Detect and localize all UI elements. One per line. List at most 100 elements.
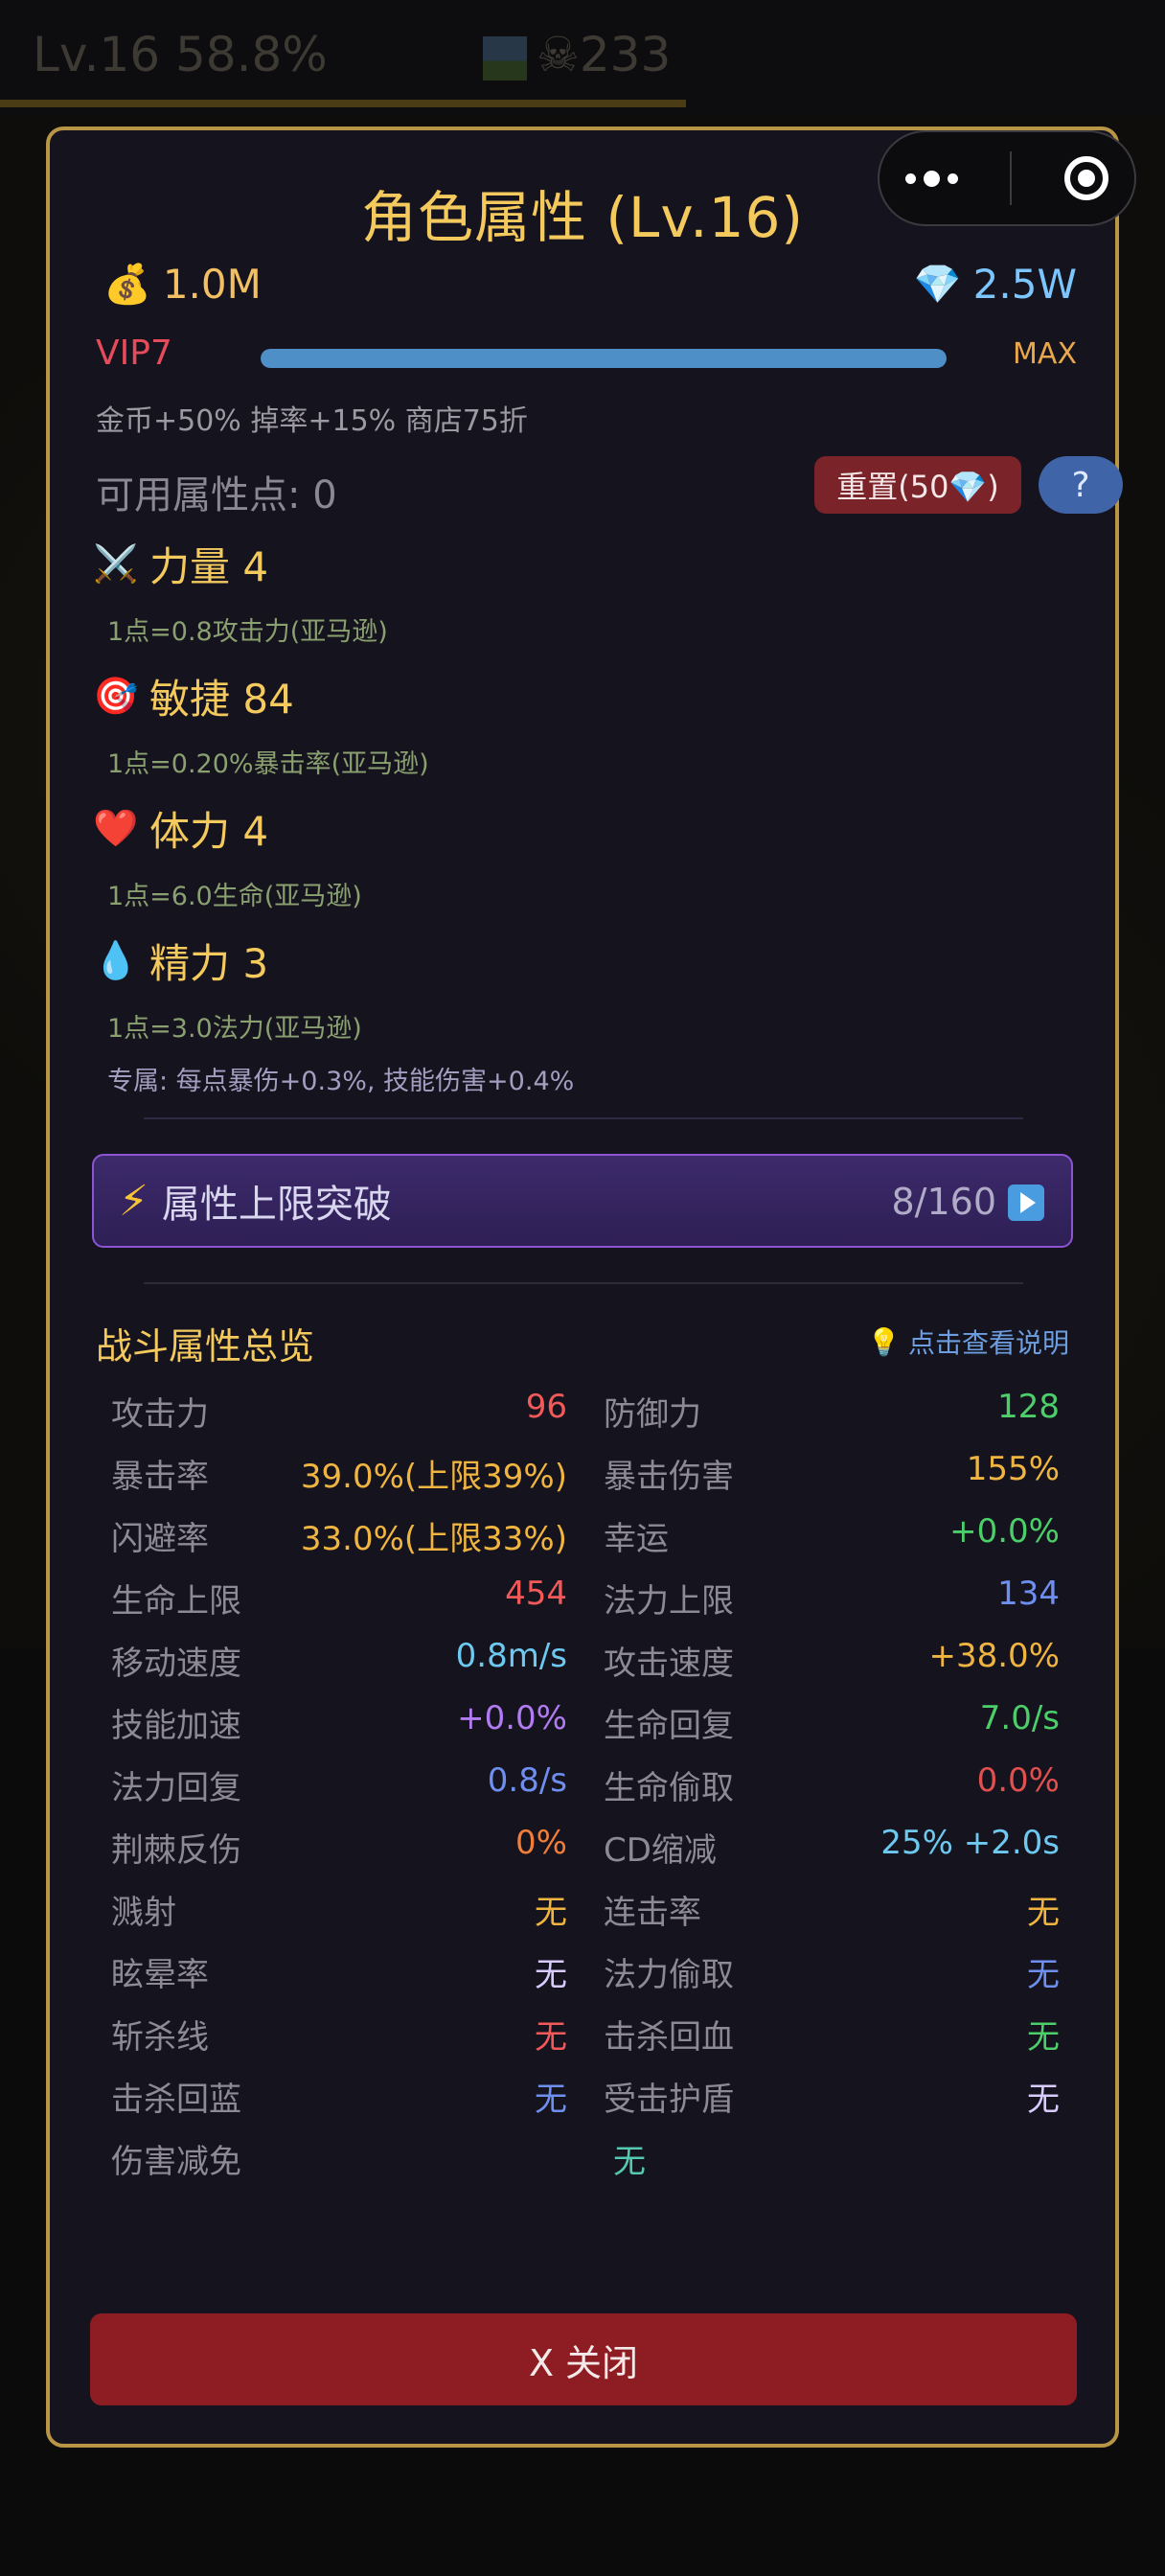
stat-item: 法力偷取 无 [604,1939,1060,2001]
stat-value: 无 [535,1956,567,1994]
stat-label: 幸运 [604,1520,669,1558]
stat-label: 技能加速 [111,1707,241,1745]
stat-row: 击杀回蓝无受击护盾无 [111,2063,1069,2126]
stat-value: 无 [1027,2081,1060,2119]
map-thumbnail-icon [483,35,527,80]
vip-bonus-text: 金币+50% 掉率+15% 商店75折 [96,404,528,438]
stat-value: 无 [535,2081,567,2119]
stat-label: 连击率 [604,1894,701,1932]
stat-value: +38.0% [928,1637,1061,1675]
close-button[interactable]: X 关闭 [90,2313,1077,2405]
stat-item: 生命回复 7.0/s [604,1690,1060,1752]
heart-icon: ❤️ [93,807,139,849]
stat-label: 生命偷取 [604,1769,734,1807]
stat-row: 眩晕率无法力偷取无 [111,1939,1069,2001]
stat-item: 生命上限 454 [111,1565,567,1627]
character-attributes-modal: 角色属性 (Lv.16) 💰 1.0M 💎 2.5W VIP7 MAX 金币+5… [46,126,1123,2448]
divider [144,1117,1023,1119]
more-options-icon[interactable] [905,170,959,187]
attribute-name: 敏捷 84 [149,676,294,723]
vip-progress-fill [261,349,947,368]
stat-row: 荆棘反伤 0% CD缩减 25% +2.0s [111,1814,1069,1876]
attribute-desc: 1点=0.20%暴击率(亚马逊) [107,749,429,779]
attribute-desc: 1点=3.0法力(亚马逊) [107,1014,362,1044]
background-top-bar: Lv.16 58.8% ☠233 [0,0,1165,115]
stat-row: 暴击率 39.0%(上限39%) 暴击伤害 155% [111,1440,1069,1503]
stat-label: 闪避率 [111,1520,209,1558]
swords-icon: ⚔️ [93,542,139,585]
stat-value: +0.0% [949,1512,1060,1551]
stat-label: 荆棘反伤 [111,1831,241,1870]
stat-item: 受击护盾 无 [604,2063,1060,2126]
stat-value: 0.8m/s [455,1637,567,1675]
stat-item: 击杀回血 无 [604,2001,1060,2063]
stat-item: 法力上限 134 [604,1565,1060,1627]
vip-max-label: MAX [1013,337,1077,371]
droplet-icon: 💧 [93,939,139,981]
stat-row: 伤害减免 无 [111,2126,1069,2188]
gold-amount: 1.0M [162,261,262,308]
stat-row: 技能加速 +0.0% 生命回复 7.0/s [111,1690,1069,1752]
stat-label: CD缩减 [604,1831,717,1870]
attribute-agility[interactable]: 🎯 敏捷 84 1点=0.20%暴击率(亚马逊) [92,667,1079,780]
combat-stats-grid: 攻击力 96 防御力 128 暴击率 39.0%(上限39%) 暴击伤害 155% 闪避率 33.… [111,1378,1069,2188]
stat-value: 454 [505,1575,567,1613]
stat-row: 生命上限 454 法力上限 134 [111,1565,1069,1627]
play-arrow-icon [1008,1184,1044,1221]
stat-value: 无 [1027,1956,1060,1994]
stat-label: 法力上限 [604,1582,734,1621]
stat-label: 击杀回血 [604,2018,734,2057]
attribute-strength[interactable]: ⚔️ 力量 4 1点=0.8攻击力(亚马逊) [92,535,1079,648]
stat-value: 39.0%(上限39%) [300,1458,567,1496]
stat-value: 96 [525,1388,567,1426]
stat-value: 无 [1027,2018,1060,2057]
stat-value: 33.0%(上限33%) [300,1520,567,1558]
stat-item: 法力回复 0.8/s [111,1752,567,1814]
stat-value: 无 [1027,1894,1060,1932]
close-miniprogram-icon[interactable] [1063,156,1108,200]
stat-item: 击杀回蓝 无 [111,2063,567,2126]
stat-value: 0.0% [976,1761,1060,1800]
help-button[interactable]: ? [1039,456,1123,514]
attribute-points-row: 可用属性点: 0 重置(50💎) ? [96,456,1123,518]
stat-value: 无 [535,1894,567,1932]
skull-icon: ☠ [537,27,580,82]
stat-label: 暴击伤害 [604,1458,734,1496]
attribute-energy[interactable]: 💧 精力 3 1点=3.0法力(亚马逊) 专属: 每点暴伤+0.3%, 技能伤害+… [92,932,1079,1097]
attribute-desc: 1点=6.0生命(亚马逊) [107,882,362,911]
stat-label: 攻击速度 [604,1644,734,1683]
stat-item: 暴击率 39.0%(上限39%) [111,1440,567,1503]
stat-item: 移动速度 0.8m/s [111,1627,567,1690]
attribute-breakthrough-button[interactable]: ⚡ 属性上限突破 8/160 [92,1154,1073,1248]
stat-item: 幸运 +0.0% [604,1503,1060,1565]
stat-label: 攻击力 [111,1395,209,1434]
stat-label: 暴击率 [111,1458,209,1496]
stats-help-link[interactable]: 💡 点击查看说明 [867,1322,1069,1361]
combat-stats-title: 战斗属性总览 [96,1325,315,1368]
gem-display: 💎 2.5W [914,261,1077,308]
stat-row: 移动速度 0.8m/s 攻击速度 +38.0% [111,1627,1069,1690]
stat-item: CD缩减 25% +2.0s [604,1814,1060,1876]
money-bag-icon: 💰 [103,263,151,307]
stat-value: 无 [613,2143,646,2181]
stat-label: 防御力 [604,1395,701,1434]
attribute-desc: 1点=0.8攻击力(亚马逊) [107,617,388,647]
attribute-stamina[interactable]: ❤️ 体力 4 1点=6.0生命(亚马逊) [92,799,1079,912]
background-exp-bar [0,100,686,107]
stat-label: 生命回复 [604,1707,734,1745]
stat-value: 25% +2.0s [880,1824,1060,1862]
stat-value: 无 [535,2018,567,2057]
stat-label: 法力回复 [111,1769,241,1807]
stat-label: 溅射 [111,1894,176,1932]
vip-row: VIP7 MAX [96,334,1077,381]
stat-item: 防御力 128 [604,1378,1060,1440]
stat-row: 溅射无连击率无 [111,1876,1069,1939]
stat-value: 128 [997,1388,1060,1426]
stat-item: 闪避率 33.0%(上限33%) [111,1503,567,1565]
stat-item: 眩晕率 无 [111,1939,567,2001]
stat-value: +0.0% [457,1699,567,1737]
stat-row: 闪避率 33.0%(上限33%) 幸运 +0.0% [111,1503,1069,1565]
reset-points-button[interactable]: 重置(50💎) [814,456,1021,514]
breakthrough-count: 8/160 [891,1181,996,1223]
stat-value: 134 [997,1575,1060,1613]
